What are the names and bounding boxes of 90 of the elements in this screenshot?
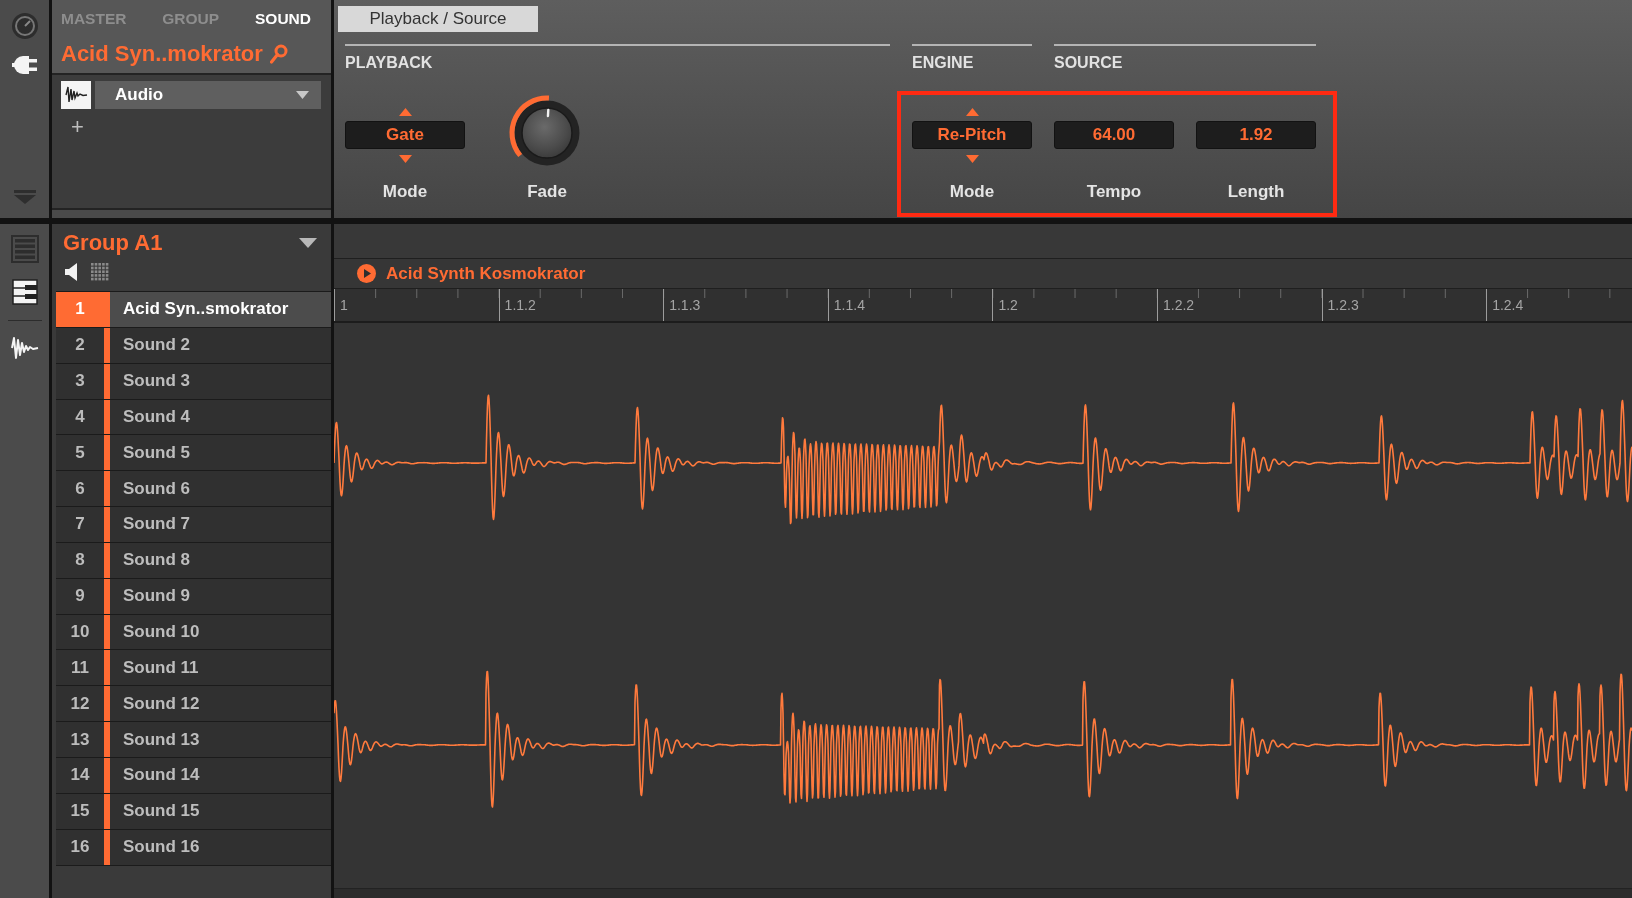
down-arrow-icon[interactable]	[398, 154, 412, 163]
page-tab[interactable]: Playback / Source	[338, 6, 538, 32]
section-header: SOURCE	[1054, 53, 1123, 72]
sound-name: Sound 3	[110, 363, 331, 399]
sound-name: Sound 4	[110, 399, 331, 435]
sound-number: 6	[56, 471, 104, 507]
ruler-label: 1.2.3	[1327, 297, 1359, 313]
sound-number: 4	[56, 399, 104, 435]
ruler-label: 1.2	[998, 297, 1018, 313]
dial-icon[interactable]	[10, 12, 39, 40]
sound-number: 8	[56, 542, 104, 578]
waveform-icon[interactable]	[10, 335, 39, 361]
grid-icon[interactable]	[91, 263, 109, 281]
sound-list-item[interactable]: 16 Sound 16	[56, 829, 331, 866]
sound-number: 11	[56, 650, 104, 686]
sound-number: 16	[56, 829, 104, 865]
sound-list-item[interactable]: 11 Sound 11	[56, 650, 331, 687]
sound-number: 14	[56, 757, 104, 793]
sound-number: 1	[56, 292, 104, 327]
sound-list-item[interactable]: 10 Sound 10	[56, 614, 331, 651]
value-display[interactable]: Gate	[345, 121, 465, 149]
sound-list-item[interactable]: 2 Sound 2	[56, 327, 331, 364]
sound-name: Acid Syn..smokrator	[110, 292, 331, 327]
value-display[interactable]: 64.00	[1054, 121, 1174, 149]
caret-icon[interactable]	[299, 238, 317, 248]
sound-number: 12	[56, 686, 104, 722]
sound-name: Sound 12	[110, 686, 331, 722]
sound-number: 10	[56, 614, 104, 650]
control-label: Length	[1227, 182, 1285, 202]
sound-list-item[interactable]: 4 Sound 4	[56, 399, 331, 436]
sound-name: Sound 13	[110, 722, 331, 757]
sound-number: 9	[56, 578, 104, 614]
control-label: Mode	[949, 182, 995, 202]
sound-name: Sound 5	[110, 435, 331, 471]
sound-number: 5	[56, 435, 104, 471]
sound-name: Sound 15	[110, 793, 331, 829]
sound-number: 2	[56, 327, 104, 363]
control-label: Fade	[527, 182, 567, 202]
up-arrow-icon[interactable]	[965, 107, 979, 116]
ruler-label: 1.1.4	[833, 297, 865, 313]
sound-list-item[interactable]: 13 Sound 13	[56, 722, 331, 758]
sound-name: Sound 14	[110, 757, 331, 793]
ruler-label: 1.1.3	[669, 297, 701, 313]
ruler-label: 1.2.2	[1162, 297, 1195, 313]
sound-name: Sound 6	[110, 471, 331, 507]
sound-list-item[interactable]: 7 Sound 7	[56, 507, 331, 543]
sound-name: Sound 16	[110, 829, 331, 865]
sound-list-item[interactable]: 15 Sound 15	[56, 793, 331, 830]
piano-keys-icon[interactable]	[11, 279, 38, 305]
add-button[interactable]: +	[69, 115, 86, 139]
play-icon[interactable]	[357, 264, 376, 283]
sound-number: 15	[56, 793, 104, 829]
up-arrow-icon[interactable]	[398, 107, 412, 116]
value-display[interactable]: 1.92	[1196, 121, 1316, 149]
section-header: PLAYBACK	[345, 53, 433, 72]
sound-number: 13	[56, 722, 104, 757]
control-label: Tempo	[1086, 182, 1142, 202]
sound-name: Sound 7	[110, 507, 331, 542]
search-icon[interactable]	[269, 44, 288, 64]
sound-list-item[interactable]: 12 Sound 12	[56, 686, 331, 723]
clip-name: Acid Synth Kosmokrator	[386, 263, 586, 284]
waveform-icon[interactable]	[61, 81, 91, 109]
sound-number: 3	[56, 363, 104, 399]
sound-name: Sound 11	[110, 650, 331, 686]
ruler-label: 1.2.4	[1492, 297, 1524, 313]
panel-tab[interactable]: SOUND	[255, 10, 311, 28]
speaker-icon[interactable]	[65, 263, 77, 281]
caret-icon	[296, 91, 309, 99]
sound-number: 7	[56, 507, 104, 542]
sound-list-item[interactable]: 9 Sound 9	[56, 578, 331, 615]
sound-name: Sound 10	[110, 614, 331, 650]
sound-list-item[interactable]: 1 Acid Syn..smokrator	[56, 292, 331, 328]
control-label: Mode	[382, 182, 428, 202]
group-title: Group A1	[63, 230, 163, 256]
plug-icon[interactable]	[11, 54, 38, 76]
value-display[interactable]: Re-Pitch	[912, 121, 1032, 149]
sound-list-item[interactable]: 14 Sound 14	[56, 757, 331, 794]
sound-list-item[interactable]: 8 Sound 8	[56, 542, 331, 579]
sound-name: Sound 8	[110, 542, 331, 578]
sound-name: Sound 2	[110, 327, 331, 363]
sound-list-item[interactable]: 5 Sound 5	[56, 435, 331, 472]
ruler-label: 1.1.2	[504, 297, 536, 313]
ruler-label: 1	[340, 297, 348, 313]
sound-title: Acid Syn..mokrator	[61, 41, 263, 67]
sound-list-item[interactable]: 6 Sound 6	[56, 471, 331, 508]
section-header: ENGINE	[912, 53, 974, 72]
sound-name: Sound 9	[110, 578, 331, 614]
down-arrow-icon[interactable]	[965, 154, 979, 163]
sound-list-item[interactable]: 3 Sound 3	[56, 363, 331, 400]
plugin-dropdown[interactable]: Audio	[95, 81, 321, 109]
